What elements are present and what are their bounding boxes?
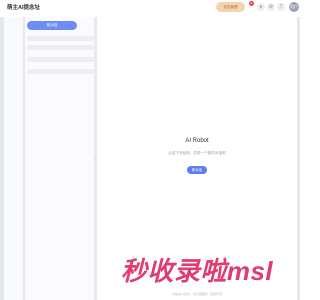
welcome-subtitle: 点这下开始呢，并带一个新的对话吧 xyxy=(168,151,226,155)
avatar[interactable]: 用户 xyxy=(289,2,299,12)
footer-note: 内容由AI生成，请仔细甄别 · 版权所有 xyxy=(171,292,223,296)
welcome-title: AI Robot xyxy=(185,138,209,144)
help-icon[interactable]: ? xyxy=(277,3,285,11)
conversation-placeholder xyxy=(27,36,94,41)
bell-icon[interactable]: ● xyxy=(257,3,265,11)
start-chat-button[interactable]: 新对话 xyxy=(187,166,207,174)
top-bar: 萌主AI提念址 会员套餐 3 ● ⚙ ? 用户 xyxy=(0,0,300,17)
settings-icon[interactable]: ⚙ xyxy=(267,3,275,11)
conversation-placeholder xyxy=(27,69,94,74)
watermark-logo: 秒收录啦msl xyxy=(120,256,274,286)
app-window: 萌主AI提念址 会员套餐 3 ● ⚙ ? 用户 新对话 ‹ AI Robot 点… xyxy=(0,0,300,300)
app-title: 萌主AI提念址 xyxy=(7,5,41,11)
left-rail xyxy=(4,17,23,300)
notification-badge: 3 xyxy=(249,1,254,6)
membership-button[interactable]: 会员套餐 xyxy=(216,2,245,12)
conversation-placeholder xyxy=(27,45,94,50)
new-chat-button[interactable]: 新对话 xyxy=(27,21,77,30)
conversation-placeholder xyxy=(27,57,94,62)
